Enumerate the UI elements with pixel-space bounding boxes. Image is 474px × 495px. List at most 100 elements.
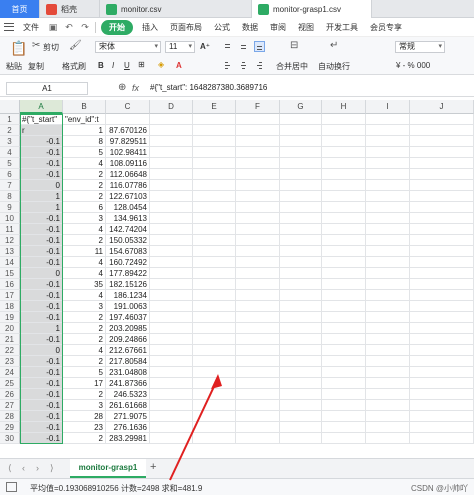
table-cell[interactable]: 276.1636 — [106, 422, 150, 433]
table-cell[interactable]: 4 — [63, 345, 106, 356]
menu-formulas[interactable]: 公式 — [208, 22, 236, 33]
table-cell[interactable] — [150, 433, 193, 444]
table-cell[interactable] — [280, 213, 322, 224]
zoom-icon[interactable]: ⊕ — [118, 82, 126, 93]
table-cell[interactable]: 209.24866 — [106, 334, 150, 345]
table-cell[interactable]: 142.74204 — [106, 224, 150, 235]
hamburger-icon[interactable] — [4, 23, 14, 31]
spreadsheet-grid[interactable]: A B C D E F G H I J 1 #{"t_start" "env_id":t 2 r 1 87.67… — [0, 100, 474, 458]
table-cell[interactable] — [366, 323, 410, 334]
menu-insert[interactable]: 插入 — [136, 22, 164, 33]
table-cell[interactable] — [410, 202, 474, 213]
table-cell[interactable]: "env_id":t — [63, 114, 106, 125]
table-cell[interactable] — [366, 125, 410, 136]
table-cell[interactable]: 2 — [63, 323, 106, 334]
table-cell[interactable] — [236, 191, 280, 202]
table-cell[interactable] — [236, 268, 280, 279]
table-cell[interactable] — [193, 191, 236, 202]
table-cell[interactable] — [236, 323, 280, 334]
table-cell[interactable]: 2 — [63, 433, 106, 444]
table-cell[interactable]: -0.1 — [20, 224, 63, 235]
table-cell[interactable] — [322, 422, 366, 433]
menu-file[interactable]: 文件 — [17, 22, 45, 33]
table-cell[interactable]: 5 — [63, 367, 106, 378]
table-cell[interactable] — [280, 114, 322, 125]
table-cell[interactable] — [410, 433, 474, 444]
column-header-e[interactable]: E — [193, 100, 236, 114]
table-cell[interactable] — [366, 257, 410, 268]
format-painter-button[interactable]: 格式刷 — [62, 61, 86, 72]
underline-icon[interactable]: U — [124, 61, 130, 70]
table-cell[interactable] — [322, 147, 366, 158]
table-cell[interactable] — [150, 169, 193, 180]
table-cell[interactable] — [410, 114, 474, 125]
table-cell[interactable] — [236, 279, 280, 290]
row-header[interactable]: 11 — [0, 224, 20, 235]
table-cell[interactable]: 116.07786 — [106, 180, 150, 191]
table-cell[interactable] — [366, 213, 410, 224]
table-cell[interactable]: 261.61668 — [106, 400, 150, 411]
table-cell[interactable] — [410, 422, 474, 433]
table-cell[interactable]: 102.98411 — [106, 147, 150, 158]
row-header[interactable]: 17 — [0, 290, 20, 301]
table-cell[interactable] — [193, 367, 236, 378]
table-cell[interactable]: 231.04808 — [106, 367, 150, 378]
table-cell[interactable] — [280, 378, 322, 389]
table-cell[interactable] — [193, 411, 236, 422]
select-all-corner[interactable] — [0, 100, 20, 114]
table-cell[interactable] — [236, 114, 280, 125]
table-cell[interactable] — [366, 334, 410, 345]
bold-icon[interactable]: B — [98, 61, 104, 70]
table-cell[interactable]: 246.5323 — [106, 389, 150, 400]
table-cell[interactable]: 1 — [20, 202, 63, 213]
table-cell[interactable]: -0.1 — [20, 378, 63, 389]
table-cell[interactable] — [410, 224, 474, 235]
table-cell[interactable] — [280, 323, 322, 334]
row-header[interactable]: 12 — [0, 235, 20, 246]
table-cell[interactable] — [150, 158, 193, 169]
table-cell[interactable]: 0 — [20, 180, 63, 191]
row-header[interactable]: 10 — [0, 213, 20, 224]
table-cell[interactable]: 3 — [63, 213, 106, 224]
table-cell[interactable] — [410, 312, 474, 323]
paste-button[interactable]: 粘贴 — [6, 61, 22, 72]
table-cell[interactable] — [280, 356, 322, 367]
table-cell[interactable] — [410, 345, 474, 356]
table-cell[interactable]: 191.0063 — [106, 301, 150, 312]
row-header[interactable]: 25 — [0, 378, 20, 389]
table-cell[interactable] — [366, 224, 410, 235]
table-cell[interactable] — [280, 169, 322, 180]
font-grow-icon[interactable]: A⁺ — [200, 42, 210, 51]
table-cell[interactable]: 2 — [63, 191, 106, 202]
table-cell[interactable] — [322, 224, 366, 235]
status-icon[interactable] — [6, 482, 17, 492]
table-cell[interactable] — [236, 334, 280, 345]
column-header-i[interactable]: I — [366, 100, 410, 114]
table-cell[interactable]: 112.06648 — [106, 169, 150, 180]
table-cell[interactable]: 17 — [63, 378, 106, 389]
merge-center-button[interactable]: 合并居中 — [276, 61, 308, 72]
table-cell[interactable]: 28 — [63, 411, 106, 422]
table-cell[interactable] — [236, 433, 280, 444]
table-cell[interactable] — [280, 422, 322, 433]
border-icon[interactable]: ⊞ — [138, 60, 145, 69]
table-cell[interactable] — [150, 125, 193, 136]
row-header[interactable]: 26 — [0, 389, 20, 400]
table-cell[interactable]: 1 — [63, 125, 106, 136]
table-cell[interactable] — [193, 224, 236, 235]
table-cell[interactable] — [280, 334, 322, 345]
table-cell[interactable] — [150, 356, 193, 367]
table-cell[interactable] — [106, 114, 150, 125]
table-cell[interactable] — [410, 279, 474, 290]
table-cell[interactable]: -0.1 — [20, 257, 63, 268]
table-cell[interactable] — [322, 235, 366, 246]
table-cell[interactable]: 122.67103 — [106, 191, 150, 202]
table-cell[interactable] — [193, 202, 236, 213]
table-cell[interactable] — [322, 257, 366, 268]
table-cell[interactable]: 3 — [63, 400, 106, 411]
table-cell[interactable] — [322, 268, 366, 279]
table-cell[interactable] — [193, 114, 236, 125]
table-cell[interactable] — [366, 114, 410, 125]
table-cell[interactable] — [410, 367, 474, 378]
table-cell[interactable] — [150, 224, 193, 235]
